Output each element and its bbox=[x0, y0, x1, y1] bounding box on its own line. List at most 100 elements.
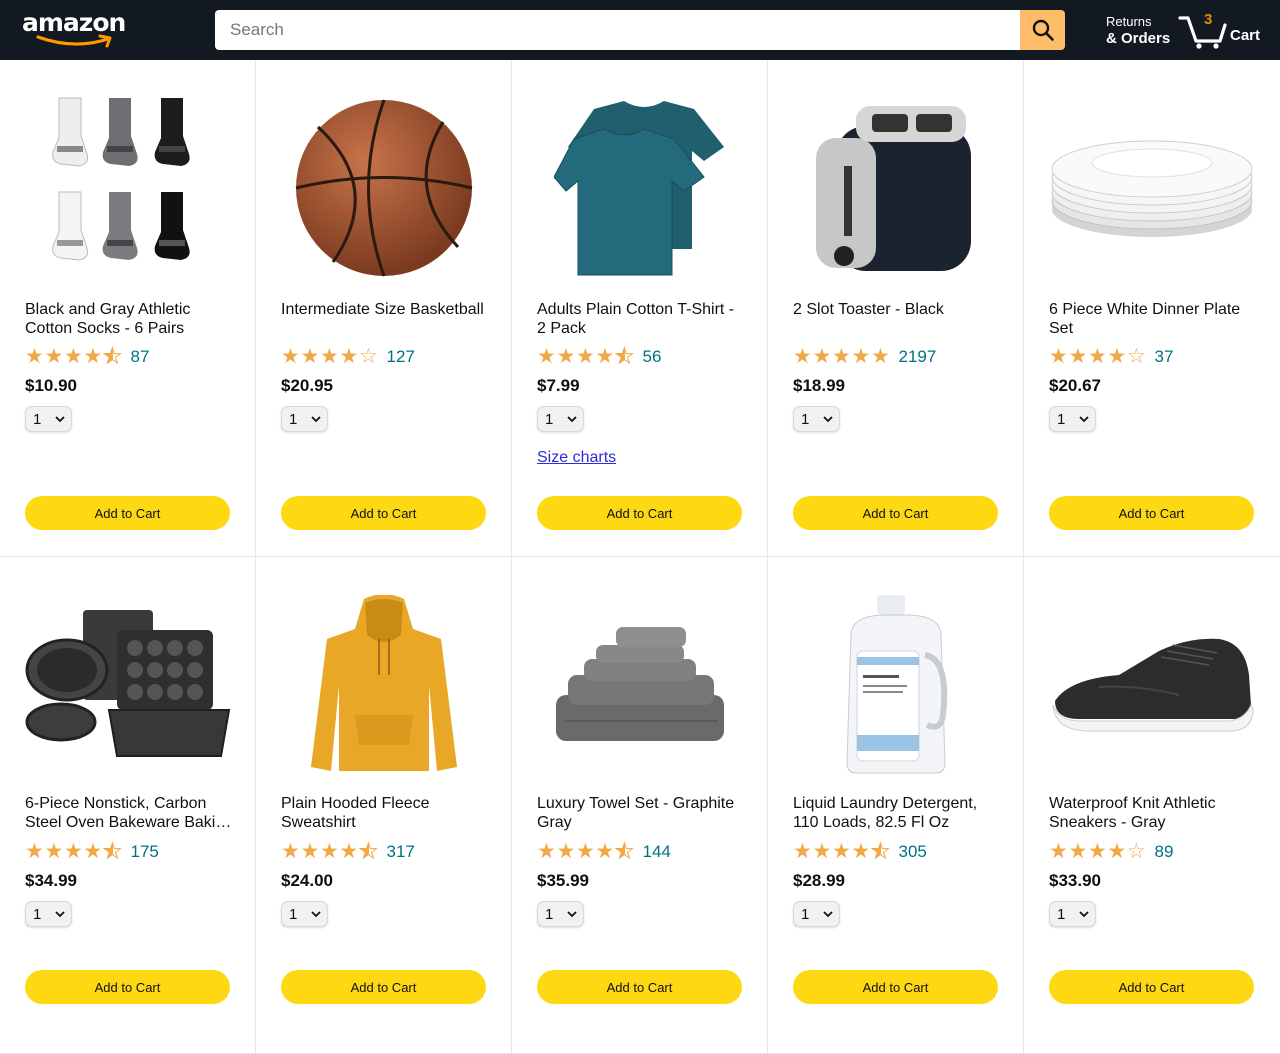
plates-image[interactable] bbox=[1049, 85, 1255, 291]
star-icon: ☆ bbox=[359, 345, 378, 368]
star-icon: ★ bbox=[320, 345, 339, 368]
search-input[interactable] bbox=[215, 10, 1020, 50]
product-rating: ★ ★ ★ ★ ☆ 89 bbox=[1049, 841, 1173, 863]
star-rating-icon: ★ ★ ★ ★ ☆ bbox=[1049, 346, 1147, 368]
rating-count-link[interactable]: 37 bbox=[1155, 347, 1174, 367]
star-icon: ★ bbox=[537, 345, 556, 368]
product-price: $20.67 bbox=[1049, 376, 1101, 395]
add-to-cart-button[interactable]: Add to Cart bbox=[793, 970, 998, 1004]
product-title[interactable]: Waterproof Knit Athletic Sneakers - Gray bbox=[1049, 794, 1259, 832]
add-to-cart-button[interactable]: Add to Cart bbox=[537, 496, 742, 530]
product-rating: ★ ★ ★ ★ ☆ 37 bbox=[1049, 346, 1173, 368]
add-to-cart-button[interactable]: Add to Cart bbox=[1049, 970, 1254, 1004]
star-icon: ☆ bbox=[1127, 345, 1146, 368]
product-rating: ★ ★ ★ ★ ★ 2197 bbox=[793, 346, 936, 368]
sneakers-image[interactable] bbox=[1049, 582, 1255, 788]
star-rating-icon: ★ ★ ★ ★ ★ bbox=[25, 345, 123, 368]
product-title[interactable]: Adults Plain Cotton T-Shirt - 2 Pack bbox=[537, 300, 747, 338]
quantity-value: 1 bbox=[33, 410, 42, 428]
cart-icon bbox=[1178, 16, 1227, 49]
quantity-value: 1 bbox=[289, 410, 298, 428]
star-icon: ★ bbox=[812, 345, 832, 368]
quantity-select[interactable]: 1 bbox=[25, 406, 72, 432]
rating-count-link[interactable]: 175 bbox=[131, 842, 159, 862]
product-title[interactable]: Intermediate Size Basketball bbox=[281, 300, 491, 319]
quantity-value: 1 bbox=[1057, 410, 1066, 428]
star-icon: ★ bbox=[832, 840, 851, 863]
quantity-value: 1 bbox=[545, 410, 554, 428]
quantity-select[interactable]: 1 bbox=[793, 901, 840, 927]
tshirt-image[interactable] bbox=[537, 85, 743, 291]
chevron-down-icon bbox=[823, 911, 833, 918]
product-title[interactable]: Plain Hooded Fleece Sweatshirt bbox=[281, 794, 491, 832]
product-card: Waterproof Knit Athletic Sneakers - Gray… bbox=[1024, 557, 1280, 1054]
returns-orders-link[interactable]: Returns & Orders bbox=[1106, 13, 1170, 47]
cart-link[interactable]: 3 Cart bbox=[1178, 10, 1268, 50]
add-to-cart-button[interactable]: Add to Cart bbox=[793, 496, 998, 530]
product-title[interactable]: Luxury Towel Set - Graphite Gray bbox=[537, 794, 747, 832]
product-title[interactable]: 6 Piece White Dinner Plate Set bbox=[1049, 300, 1259, 338]
add-to-cart-button[interactable]: Add to Cart bbox=[281, 496, 486, 530]
chevron-down-icon bbox=[311, 911, 321, 918]
rating-count-link[interactable]: 144 bbox=[643, 842, 671, 862]
star-icon: ★ bbox=[793, 345, 812, 368]
star-rating-icon: ★ ★ ★ ★ ★ bbox=[793, 346, 891, 368]
toaster-image[interactable] bbox=[793, 85, 999, 291]
star-icon: ★ bbox=[832, 345, 851, 368]
product-price: $7.99 bbox=[537, 376, 580, 395]
search-bar bbox=[215, 10, 1065, 50]
rating-count-link[interactable]: 87 bbox=[131, 347, 150, 367]
rating-count-link[interactable]: 89 bbox=[1155, 842, 1174, 862]
basketball-image[interactable] bbox=[281, 85, 487, 291]
quantity-select[interactable]: 1 bbox=[793, 406, 840, 432]
towels-image[interactable] bbox=[537, 582, 743, 788]
star-icon: ★ bbox=[64, 840, 83, 863]
hoodie-image[interactable] bbox=[281, 582, 487, 788]
rating-count-link[interactable]: 127 bbox=[387, 347, 415, 367]
chevron-down-icon bbox=[823, 416, 833, 423]
star-icon: ★ bbox=[300, 345, 320, 368]
search-button[interactable] bbox=[1020, 10, 1065, 50]
quantity-select[interactable]: 1 bbox=[1049, 406, 1096, 432]
product-rating: ★ ★ ★ ★ ★ 305 bbox=[793, 840, 927, 863]
rating-count-link[interactable]: 305 bbox=[899, 842, 927, 862]
add-to-cart-button[interactable]: Add to Cart bbox=[25, 970, 230, 1004]
bakeware-image[interactable] bbox=[25, 582, 231, 788]
size-charts-link[interactable]: Size charts bbox=[537, 449, 616, 467]
star-icon: ★ bbox=[1068, 840, 1088, 863]
quantity-select[interactable]: 1 bbox=[25, 901, 72, 927]
quantity-select[interactable]: 1 bbox=[1049, 901, 1096, 927]
product-title[interactable]: 2 Slot Toaster - Black bbox=[793, 300, 1003, 319]
quantity-select[interactable]: 1 bbox=[281, 901, 328, 927]
product-title[interactable]: Liquid Laundry Detergent, 110 Loads, 82.… bbox=[793, 794, 1003, 832]
star-icon: ★ bbox=[25, 345, 44, 368]
star-icon: ★ bbox=[871, 345, 890, 368]
rating-count-link[interactable]: 56 bbox=[643, 347, 662, 367]
product-grid: Black and Gray Athletic Cotton Socks - 6… bbox=[0, 60, 1280, 1054]
product-card: Intermediate Size Basketball ★ ★ ★ ★ ☆ 127 $… bbox=[256, 60, 512, 557]
socks-image[interactable] bbox=[25, 85, 231, 291]
rating-count-link[interactable]: 2197 bbox=[899, 347, 937, 367]
star-rating-icon: ★ ★ ★ ★ ★ bbox=[281, 840, 379, 863]
rating-count-link[interactable]: 317 bbox=[387, 842, 415, 862]
add-to-cart-button[interactable]: Add to Cart bbox=[537, 970, 742, 1004]
star-rating-icon: ★ ★ ★ ★ ☆ bbox=[1049, 841, 1147, 863]
product-title[interactable]: Black and Gray Athletic Cotton Socks - 6… bbox=[25, 300, 235, 338]
add-to-cart-button[interactable]: Add to Cart bbox=[1049, 496, 1254, 530]
amazon-logo[interactable]: amazon bbox=[22, 8, 132, 50]
quantity-select[interactable]: 1 bbox=[281, 406, 328, 432]
star-icon: ★ bbox=[615, 840, 635, 863]
product-title[interactable]: 6-Piece Nonstick, Carbon Steel Oven Bake… bbox=[25, 794, 235, 832]
star-rating-icon: ★ ★ ★ ★ ★ bbox=[793, 840, 891, 863]
quantity-select[interactable]: 1 bbox=[537, 901, 584, 927]
detergent-image[interactable] bbox=[793, 582, 999, 788]
product-price: $24.00 bbox=[281, 871, 333, 890]
star-icon: ★ bbox=[1107, 345, 1127, 368]
top-header: amazon Returns & Orders 3 Cart bbox=[0, 0, 1280, 60]
star-rating-icon: ★ ★ ★ ★ ★ bbox=[537, 345, 635, 368]
add-to-cart-button[interactable]: Add to Cart bbox=[281, 970, 486, 1004]
logo-smile-icon bbox=[36, 34, 112, 48]
quantity-select[interactable]: 1 bbox=[537, 406, 584, 432]
add-to-cart-button[interactable]: Add to Cart bbox=[25, 496, 230, 530]
quantity-value: 1 bbox=[1057, 905, 1066, 923]
